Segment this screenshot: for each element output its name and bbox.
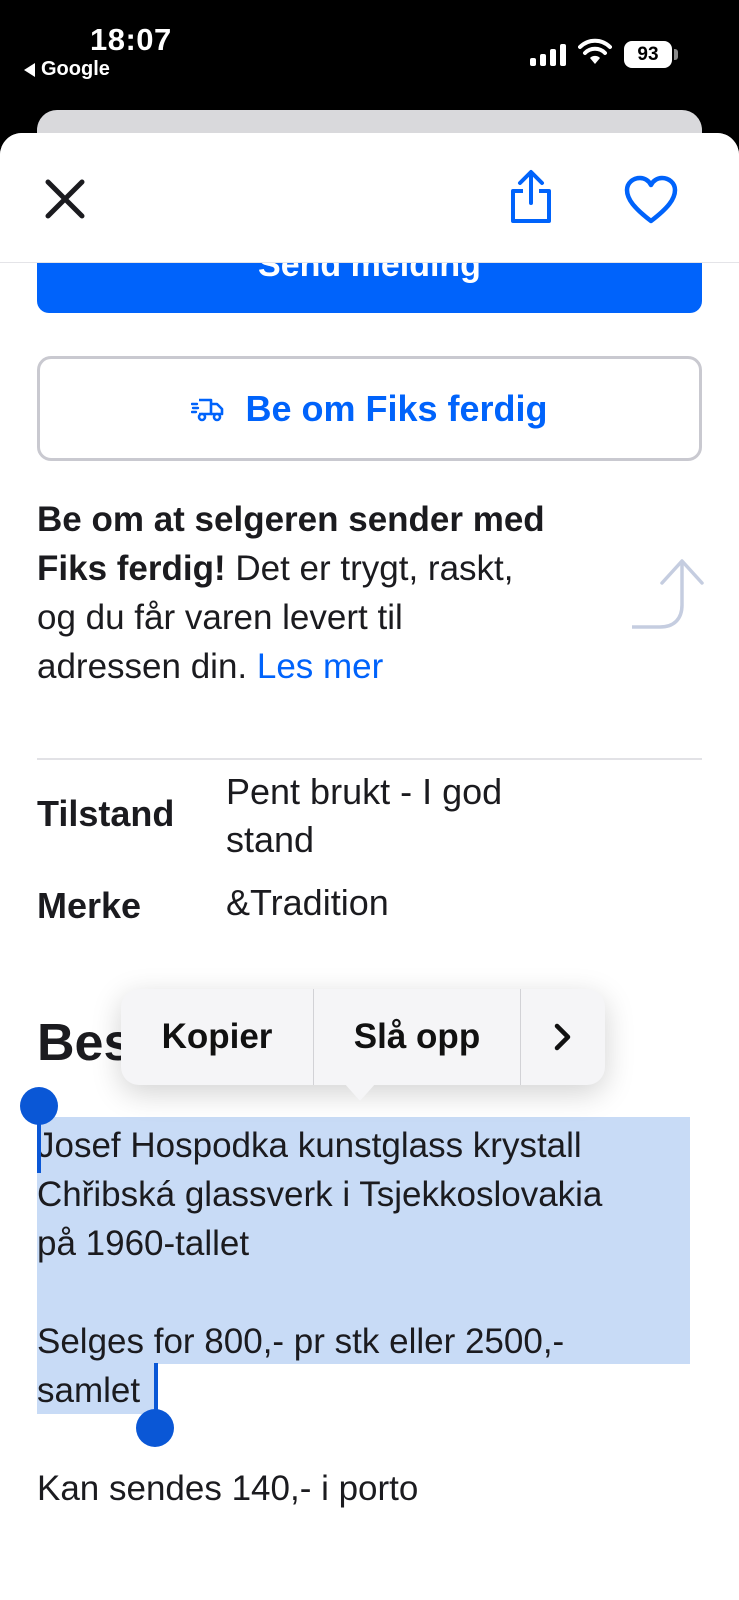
spec-value-condition: Pent brukt - I god stand (226, 771, 503, 860)
selection-start-caret (37, 1123, 41, 1173)
fiks-info-text: Be om at selgeren sender med Fiks ferdig… (37, 495, 607, 691)
fiks-info-line-4: adressen din. (37, 647, 257, 686)
text-context-menu: Kopier Slå opp (121, 989, 605, 1101)
selection-start-handle[interactable] (20, 1087, 58, 1125)
selection-end-handle[interactable] (136, 1409, 174, 1447)
fiks-info-bold-1: Be om at selgeren sender med (37, 500, 545, 539)
spec-label-condition: Tilstand (37, 793, 175, 834)
share-icon[interactable] (508, 169, 554, 225)
curved-arrow-up-icon (632, 559, 704, 629)
description-line-3[interactable]: på 1960-tallet (37, 1219, 249, 1268)
status-time: 18:07 (90, 22, 172, 57)
fiks-info-line-2: Det er trygt, raskt, (225, 549, 514, 588)
fiks-info-line-3: og du får varen levert til (37, 598, 403, 637)
look-up-menu-item[interactable]: Slå opp (314, 989, 520, 1085)
spec-label-brand: Merke (37, 885, 142, 926)
back-triangle-icon (24, 62, 35, 77)
description-line-5[interactable]: Selges for 800,- pr stk eller 2500,- (37, 1317, 564, 1366)
spec-value-brand: &Tradition (226, 882, 389, 923)
section-divider (37, 758, 702, 760)
battery-indicator: 93 (624, 41, 678, 68)
back-app-label: Google (41, 58, 110, 80)
fiks-ferdig-button[interactable]: Be om Fiks ferdig (37, 356, 702, 461)
sheet-toolbar (0, 133, 739, 263)
read-more-link[interactable]: Les mer (257, 647, 383, 686)
status-bar: 18:07 Google 93 (0, 0, 739, 110)
ad-detail-sheet: Send melding Be om Fiks ferdig Be om at … (0, 133, 739, 1600)
heart-icon[interactable] (624, 175, 678, 225)
description-line-6[interactable]: samlet (37, 1366, 140, 1415)
chevron-right-icon (554, 1023, 571, 1051)
wifi-icon (578, 38, 612, 64)
description-line-2[interactable]: Chřibská glassverk i Tsjekkoslovakia (37, 1170, 602, 1219)
close-icon[interactable] (44, 178, 86, 220)
delivery-truck-icon (191, 398, 224, 421)
more-options-button[interactable] (521, 989, 605, 1085)
description-line-1[interactable]: Josef Hospodka kunstglass krystall (37, 1121, 582, 1170)
fiks-button-label: Be om Fiks ferdig (245, 387, 548, 429)
description-line-8[interactable]: Kan sendes 140,- i porto (37, 1464, 418, 1513)
back-to-app-link[interactable]: Google (24, 58, 110, 81)
copy-menu-item[interactable]: Kopier (121, 989, 313, 1085)
cellular-signal-icon (530, 42, 566, 66)
context-menu-pointer (344, 1083, 376, 1101)
fiks-info-bold-2: Fiks ferdig! (37, 549, 226, 588)
